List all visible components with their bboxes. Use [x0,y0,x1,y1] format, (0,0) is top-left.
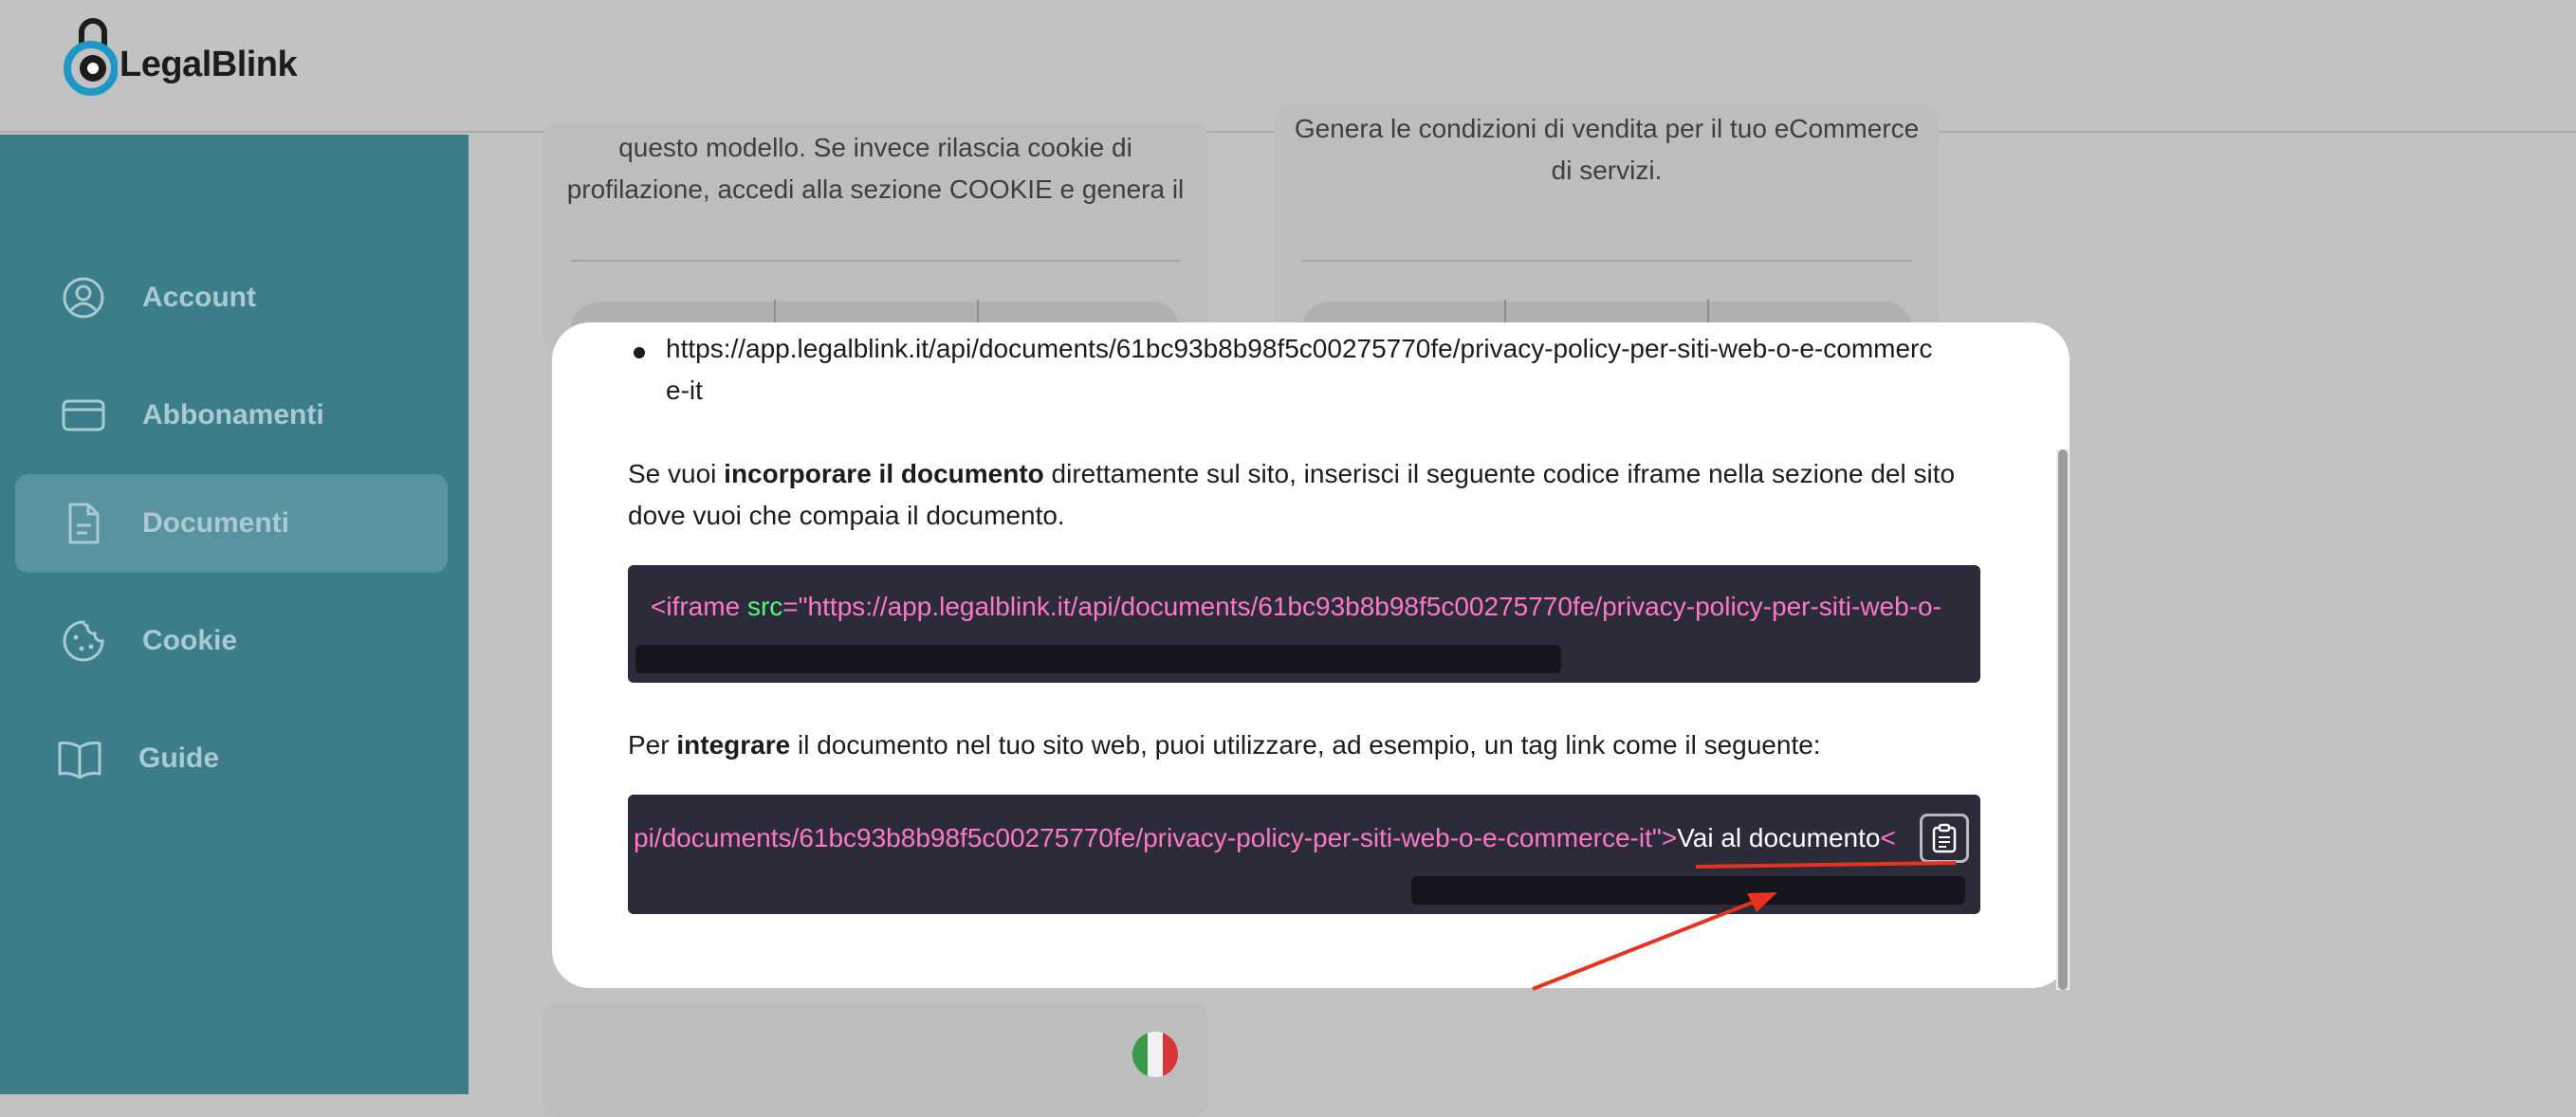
sidebar-item-label: Documenti [142,507,290,539]
clipboard-icon [1932,823,1957,853]
sidebar-item-label: Cookie [142,625,238,656]
card-actions-separator [1504,300,1506,322]
card-description-line: Genera le condizioni di vendita per il t… [1294,114,1920,143]
sidebar-item-abbonamenti[interactable]: Abbonamenti [15,366,448,465]
sidebar-item-documenti[interactable]: Documenti [15,474,448,573]
brand-logo[interactable]: LegalBlink [61,13,298,99]
copy-code-button[interactable] [1920,814,1969,863]
sidebar-item-label: Abbonamenti [142,399,324,430]
card-description-line: profilazione, accedi alla sezione COOKIE… [566,174,1185,204]
document-card[interactable]: questo modello. Se invece rilascia cooki… [543,123,1208,351]
user-circle-icon [61,275,106,320]
credit-card-icon [61,393,106,438]
link-instructions: Per integrare il documento nel tuo sito … [628,730,1821,760]
modal-scrollbar-thumb[interactable] [2058,449,2068,990]
embed-document-modal: https://app.legalblink.it/api/documents/… [552,322,2070,988]
cookie-icon [61,618,106,664]
sidebar: Account Abbonamenti Documenti Cookie Gui… [0,135,469,1094]
sidebar-item-label: Account [142,282,256,313]
padlock-logo-icon [64,18,118,96]
card-divider [571,260,1180,262]
sidebar-item-label: Guide [138,742,220,774]
italian-flag-icon [1132,1032,1178,1077]
code-horizontal-scrollbar[interactable] [1411,876,1965,905]
document-icon [61,501,106,546]
sidebar-item-cookie[interactable]: Cookie [15,592,448,690]
sidebar-item-guide[interactable]: Guide [15,709,448,808]
iframe-code-block[interactable]: <iframe src="https://app.legalblink.it/a… [628,565,1980,683]
sidebar-item-account[interactable]: Account [15,248,448,347]
document-card[interactable] [543,1003,1208,1117]
embed-instructions: Se vuoi incorporare il documento diretta… [628,459,1956,530]
card-description-line: questo modello. Se invece rilascia cooki… [618,133,1132,162]
card-actions-separator [977,300,979,322]
card-divider [1301,260,1912,262]
card-actions-separator [1707,300,1709,322]
link-code-line: pi/documents/61bc93b8b98f5c00275770fe/pr… [634,823,1896,852]
brand-name: LegalBlink [120,44,298,84]
document-card[interactable]: Genera le condizioni di vendita per il t… [1275,104,1939,351]
book-icon [57,736,102,781]
code-horizontal-scrollbar[interactable] [635,645,1561,673]
iframe-code-line: <iframe src="https://app.legalblink.it/a… [651,592,1941,621]
link-code-block[interactable]: pi/documents/61bc93b8b98f5c00275770fe/pr… [628,795,1980,914]
list-bullet [634,347,645,358]
card-description-line: di servizi. [1551,156,1663,185]
card-actions-separator [774,300,776,322]
document-url[interactable]: https://app.legalblink.it/api/documents/… [666,328,1937,412]
